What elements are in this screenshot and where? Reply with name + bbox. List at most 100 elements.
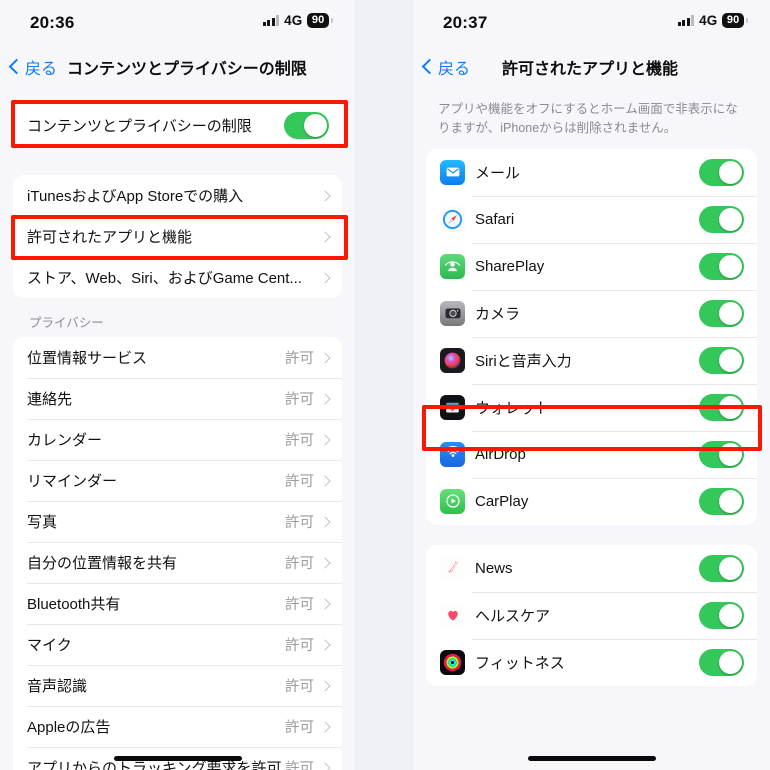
safari-switch[interactable]	[699, 205, 744, 233]
back-button-label: 戻る	[25, 61, 58, 78]
content-restrictions-switch[interactable]	[284, 112, 329, 139]
row-app-carplay[interactable]: CarPlay	[426, 477, 757, 525]
row-label: News	[475, 559, 513, 577]
row-share-my-location[interactable]: 自分の位置情報を共有 許可	[13, 542, 342, 583]
privacy-card: 位置情報サービス 許可 連絡先 許可 カレンダー 許可 リマインダー 許可 写真…	[13, 337, 342, 770]
row-speech-recognition[interactable]: 音声認識 許可	[13, 665, 342, 706]
row-app-camera[interactable]: カメラ	[426, 289, 757, 337]
chevron-right-icon	[321, 351, 329, 364]
network-type-label: 4G	[699, 13, 718, 28]
switch-knob	[719, 207, 742, 231]
health-icon	[440, 602, 465, 628]
apps-group-2-card: News ヘルスケア フィットネス	[426, 544, 757, 686]
row-app-health[interactable]: ヘルスケア	[426, 591, 757, 639]
row-value: 許可	[285, 761, 314, 770]
signal-bars-icon	[262, 15, 280, 26]
row-label: カレンダー	[27, 432, 103, 449]
carplay-switch[interactable]	[699, 487, 744, 515]
row-label: コンテンツとプライバシーの制限	[27, 118, 252, 135]
chevron-right-icon	[321, 597, 329, 610]
mail-switch[interactable]	[699, 158, 744, 186]
switch-knob	[719, 442, 742, 466]
row-label: AirDrop	[475, 445, 526, 463]
row-itunes-app-store-purchases[interactable]: iTunesおよびApp Storeでの購入	[13, 175, 342, 216]
switch-knob	[719, 254, 742, 278]
news-switch[interactable]	[699, 554, 744, 582]
row-app-airdrop[interactable]: AirDrop	[426, 430, 757, 478]
row-app-safari[interactable]: Safari	[426, 195, 757, 243]
siri-switch[interactable]	[699, 346, 744, 374]
section-footnote: アプリや機能をオフにするとホーム画面で非表示になりますが、iPhoneからは削除…	[438, 102, 738, 136]
news-icon	[440, 555, 465, 581]
row-calendar[interactable]: カレンダー 許可	[13, 419, 342, 460]
row-label: 連絡先	[27, 391, 73, 408]
row-bluetooth-sharing[interactable]: Bluetooth共有 許可	[13, 583, 342, 624]
row-microphone[interactable]: マイク 許可	[13, 624, 342, 665]
camera-icon	[440, 300, 465, 326]
siri-icon	[440, 347, 465, 373]
restrictions-card: iTunesおよびApp Storeでの購入 許可されたアプリと機能 ストア、W…	[13, 175, 342, 298]
status-indicators: 4G 90	[677, 13, 748, 28]
row-label: Siriと音声入力	[475, 352, 572, 370]
row-content-privacy-restrictions[interactable]: コンテンツとプライバシーの制限	[13, 102, 342, 149]
page-title: コンテンツとプライバシーの制限	[67, 61, 307, 78]
camera-switch[interactable]	[699, 299, 744, 327]
row-app-mail[interactable]: メール	[426, 148, 757, 196]
row-app-shareplay[interactable]: SharePlay	[426, 242, 757, 290]
row-value: 許可	[285, 720, 314, 736]
row-app-wallet[interactable]: ウォレット	[426, 383, 757, 431]
mail-icon	[440, 159, 465, 185]
battery-level-badge: 90	[307, 13, 329, 28]
chevron-right-icon	[321, 392, 329, 405]
row-label: ストア、Web、Siri、およびGame Cent...	[27, 270, 302, 287]
row-label: iTunesおよびApp Storeでの購入	[27, 188, 244, 205]
row-apple-advertising[interactable]: Appleの広告 許可	[13, 706, 342, 747]
chevron-left-icon	[10, 58, 21, 76]
health-switch[interactable]	[699, 601, 744, 629]
page-title: 許可されたアプリと機能	[502, 61, 679, 78]
safari-icon	[440, 206, 465, 232]
row-value: 許可	[285, 392, 314, 408]
row-label: 音声認識	[27, 678, 88, 695]
row-photos[interactable]: 写真 許可	[13, 501, 342, 542]
chevron-right-icon	[321, 515, 329, 528]
left-phone-screen: 20:36 4G 90 戻る コンテンツとプライバシーの制限 コンテンツとプライ…	[0, 0, 355, 770]
home-indicator[interactable]	[113, 756, 242, 761]
network-type-label: 4G	[284, 13, 303, 28]
shareplay-switch[interactable]	[699, 252, 744, 280]
chevron-right-icon	[321, 638, 329, 651]
row-contacts[interactable]: 連絡先 許可	[13, 378, 342, 419]
back-button[interactable]: 戻る	[10, 55, 57, 79]
fitness-switch[interactable]	[699, 648, 744, 676]
row-location-services[interactable]: 位置情報サービス 許可	[13, 337, 342, 378]
screenshot-stage: 20:36 4G 90 戻る コンテンツとプライバシーの制限 コンテンツとプライ…	[0, 0, 770, 770]
switch-knob	[719, 160, 742, 184]
airdrop-switch[interactable]	[699, 440, 744, 468]
row-label: Bluetooth共有	[27, 596, 121, 613]
row-label: CarPlay	[475, 492, 529, 510]
row-value: 許可	[285, 556, 314, 572]
row-label: メール	[475, 164, 521, 182]
row-app-siri-and-dictation[interactable]: Siriと音声入力	[426, 336, 757, 384]
row-label: 位置情報サービス	[27, 350, 148, 367]
row-allowed-apps-and-features[interactable]: 許可されたアプリと機能	[13, 216, 342, 257]
row-label: 写真	[27, 514, 58, 531]
row-label: Safari	[475, 210, 515, 228]
row-label: リマインダー	[27, 473, 118, 490]
shareplay-icon	[440, 253, 465, 279]
row-app-fitness[interactable]: フィットネス	[426, 638, 757, 686]
wallet-switch[interactable]	[699, 393, 744, 421]
row-app-news[interactable]: News	[426, 544, 757, 592]
row-value: 許可	[285, 433, 314, 449]
row-store-web-siri-gamecenter[interactable]: ストア、Web、Siri、およびGame Cent...	[13, 257, 342, 298]
row-value: 許可	[285, 638, 314, 654]
switch-knob	[304, 114, 327, 137]
row-label: ヘルスケア	[475, 607, 551, 625]
row-reminders[interactable]: リマインダー 許可	[13, 460, 342, 501]
back-button[interactable]: 戻る	[423, 55, 470, 79]
row-label: Appleの広告	[27, 719, 111, 736]
row-label: フィットネス	[475, 654, 565, 672]
row-label: ウォレット	[475, 399, 551, 417]
home-indicator[interactable]	[527, 756, 656, 761]
chevron-right-icon	[321, 271, 329, 284]
